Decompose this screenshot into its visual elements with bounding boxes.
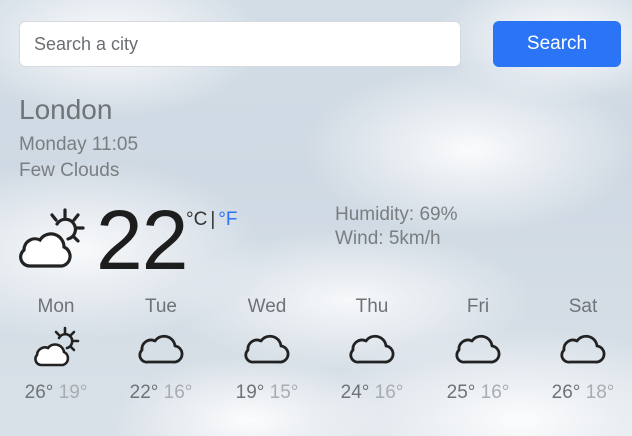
weather-condition: Few Clouds bbox=[19, 160, 120, 181]
cloud-icon bbox=[560, 334, 606, 364]
forecast-max-temp: 19° bbox=[235, 382, 265, 403]
forecast-day-label: Mon bbox=[37, 296, 75, 317]
forecast-min-temp: 16° bbox=[374, 382, 404, 403]
humidity: Humidity: 69% bbox=[335, 204, 458, 225]
cloud-icon bbox=[138, 334, 184, 364]
forecast-min-temp: 16° bbox=[163, 382, 193, 403]
forecast-max-temp: 26° bbox=[551, 382, 581, 403]
forecast-day-mon: Mon 26° 19° bbox=[11, 296, 101, 404]
forecast-day-tue: Tue 22° 16° bbox=[116, 296, 206, 404]
few-clouds-icon bbox=[19, 208, 85, 268]
forecast-max-temp: 25° bbox=[446, 382, 476, 403]
forecast-min-temp: 19° bbox=[58, 382, 88, 403]
forecast-day-label: Wed bbox=[247, 296, 287, 317]
forecast-max-temp: 22° bbox=[129, 382, 159, 403]
date-time: Monday 11:05 bbox=[19, 134, 139, 155]
fahrenheit-link[interactable]: °F bbox=[218, 209, 237, 230]
forecast-day-fri: Fri 25° 16° bbox=[433, 296, 523, 404]
forecast-day-wed: Wed 19° 15° bbox=[222, 296, 312, 404]
forecast-day-thu: Thu 24° 16° bbox=[327, 296, 417, 404]
forecast-min-temp: 15° bbox=[269, 382, 299, 403]
search-button[interactable]: Search bbox=[493, 21, 621, 67]
cloud-icon bbox=[244, 334, 290, 364]
celsius-unit[interactable]: °C bbox=[186, 209, 207, 230]
unit-separator: | bbox=[210, 209, 216, 230]
weather-app: Search London Monday 11:05 Few Clouds 22… bbox=[0, 0, 632, 436]
wind-speed: Wind: 5km/h bbox=[335, 228, 441, 249]
city-name: London bbox=[19, 94, 113, 125]
forecast-day-sat: Sat 26° 18° bbox=[538, 296, 628, 404]
forecast-min-temp: 16° bbox=[480, 382, 510, 403]
forecast-min-temp: 18° bbox=[585, 382, 615, 403]
cloud-icon bbox=[455, 334, 501, 364]
forecast-day-label: Sat bbox=[568, 296, 598, 317]
unit-toggle: °C | °F bbox=[186, 209, 237, 231]
current-temperature: 22 bbox=[96, 193, 188, 287]
search-input[interactable] bbox=[19, 21, 461, 67]
forecast-max-temp: 24° bbox=[340, 382, 370, 403]
forecast-max-temp: 26° bbox=[24, 382, 54, 403]
forecast-day-label: Fri bbox=[466, 296, 490, 317]
cloud-icon bbox=[349, 334, 395, 364]
forecast-day-label: Tue bbox=[144, 296, 178, 317]
few-clouds-icon bbox=[34, 326, 80, 367]
forecast-day-label: Thu bbox=[355, 296, 389, 317]
